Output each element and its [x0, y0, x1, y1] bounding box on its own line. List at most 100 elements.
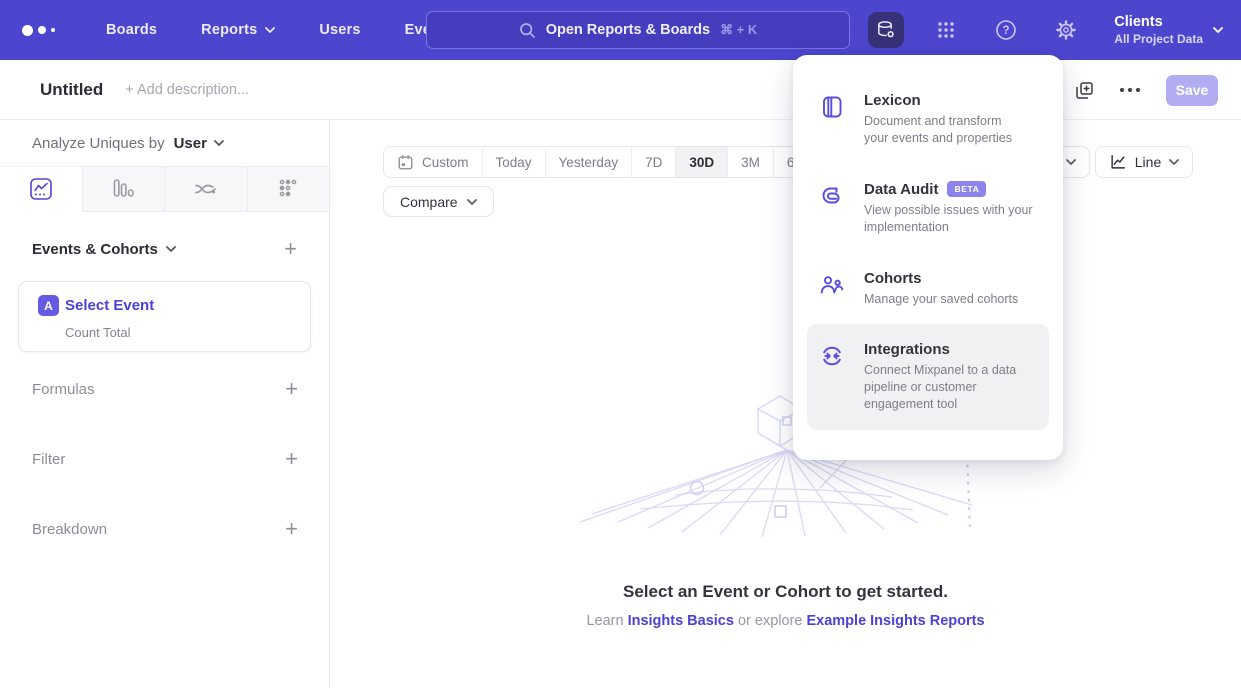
analyze-prefix-label: Analyze Uniques by	[32, 135, 165, 152]
select-event-button[interactable]: Select Event	[65, 297, 154, 314]
more-options-button[interactable]	[1120, 88, 1140, 92]
add-formula-button[interactable]: +	[285, 378, 298, 400]
range-label: 7D	[645, 155, 662, 170]
data-audit-icon	[819, 181, 846, 236]
data-management-button[interactable]	[868, 12, 904, 48]
menu-item-cohorts[interactable]: Cohorts Manage your saved cohorts	[793, 253, 1063, 325]
nav-item-users[interactable]: Users	[319, 22, 360, 38]
search-shortcut: ⌘ + K	[720, 22, 757, 38]
compare-dropdown[interactable]: Compare	[383, 186, 494, 217]
events-cohorts-title[interactable]: Events & Cohorts	[32, 241, 176, 258]
lexicon-book-icon	[819, 92, 846, 147]
range-3m-button[interactable]: 3M	[727, 146, 773, 178]
help-button[interactable]: ?	[988, 12, 1024, 48]
menu-item-description: Document and transform your events and p…	[864, 113, 1024, 147]
menu-item-title: Data Audit	[864, 181, 938, 198]
chevron-down-icon	[1213, 27, 1223, 33]
search-placeholder: Open Reports & Boards	[546, 22, 710, 38]
date-range-control: Custom Today Yesterday 7D 30D 3M 6M	[383, 146, 820, 178]
svg-text:?: ?	[1003, 25, 1010, 37]
tab-flow-chart[interactable]	[165, 167, 248, 211]
middle-text: or explore	[738, 613, 802, 629]
event-card[interactable]: A Select Event Count Total	[18, 281, 311, 352]
menu-item-description: Connect Mixpanel to a data pipeline or c…	[864, 362, 1037, 413]
chevron-down-icon	[265, 27, 275, 33]
flow-tab-icon	[193, 177, 218, 202]
menu-item-integrations[interactable]: Integrations Connect Mixpanel to a data …	[807, 324, 1049, 430]
breakdown-section: Breakdown +	[0, 515, 330, 543]
menu-item-text: Integrations Connect Mixpanel to a data …	[864, 341, 1037, 413]
formulas-section: Formulas +	[0, 375, 330, 403]
range-today-button[interactable]: Today	[482, 146, 545, 178]
range-label: 30D	[689, 155, 714, 170]
insights-basics-link[interactable]: Insights Basics	[628, 613, 734, 629]
learn-prefix: Learn	[586, 613, 623, 629]
dots-grid-tab-icon	[276, 177, 300, 201]
breakdown-label: Breakdown	[32, 521, 107, 538]
chart-type-tabs	[0, 166, 329, 212]
global-search-input[interactable]: Open Reports & Boards ⌘ + K	[426, 11, 850, 49]
project-scope: All Project Data	[1114, 32, 1203, 47]
analyze-value-dropdown[interactable]: User	[174, 135, 224, 152]
duplicate-icon[interactable]	[1075, 81, 1094, 100]
filter-label: Filter	[32, 451, 65, 468]
query-sidebar: Analyze Uniques by User	[0, 120, 330, 688]
data-management-menu: Lexicon Document and transform your even…	[793, 55, 1063, 460]
menu-item-data-audit[interactable]: Data Audit BETA View possible issues wit…	[793, 164, 1063, 253]
compare-label: Compare	[400, 194, 458, 210]
add-breakdown-button[interactable]: +	[285, 518, 298, 540]
cohorts-users-icon	[819, 270, 846, 308]
save-button[interactable]: Save	[1166, 75, 1218, 106]
tab-bar-chart[interactable]	[83, 167, 166, 211]
nav-item-reports[interactable]: Reports	[201, 22, 275, 38]
range-label: Yesterday	[559, 155, 619, 170]
bar-chart-tab-icon	[111, 177, 135, 201]
report-title[interactable]: Untitled	[40, 80, 103, 100]
primary-nav: Boards Reports Users Events	[106, 22, 453, 38]
add-description-field[interactable]: + Add description...	[125, 82, 249, 98]
project-selector[interactable]: Clients All Project Data	[1114, 13, 1223, 46]
menu-item-title: Lexicon	[864, 92, 921, 109]
project-name: Clients	[1114, 13, 1203, 31]
main-content: Custom Today Yesterday 7D 30D 3M 6M Comp…	[330, 120, 1241, 688]
menu-item-title: Integrations	[864, 341, 950, 358]
tab-metric-chart[interactable]	[248, 167, 330, 211]
example-reports-link[interactable]: Example Insights Reports	[806, 613, 984, 629]
range-yesterday-button[interactable]: Yesterday	[545, 146, 632, 178]
empty-state-title: Select an Event or Cohort to get started…	[330, 582, 1241, 602]
tab-line-chart[interactable]	[0, 167, 83, 212]
events-cohorts-label: Events & Cohorts	[32, 241, 158, 258]
apps-grid-button[interactable]	[928, 12, 964, 48]
nav-item-boards[interactable]: Boards	[106, 22, 157, 38]
range-custom-button[interactable]: Custom	[384, 146, 482, 178]
chevron-down-icon	[166, 246, 176, 252]
integrations-sync-icon	[819, 341, 846, 413]
filter-section: Filter +	[0, 445, 330, 473]
database-gear-icon	[875, 19, 897, 41]
settings-button[interactable]	[1048, 12, 1084, 48]
nav-label: Boards	[106, 22, 157, 38]
mixpanel-logo[interactable]	[22, 25, 70, 36]
formulas-label: Formulas	[32, 381, 95, 398]
range-30d-button[interactable]: 30D	[675, 146, 727, 178]
menu-item-text: Cohorts Manage your saved cohorts	[864, 270, 1018, 308]
events-cohorts-header: Events & Cohorts +	[0, 238, 329, 260]
top-navbar: Boards Reports Users Events Open Reports…	[0, 0, 1241, 60]
range-label: Today	[496, 155, 532, 170]
menu-item-description: View possible issues with your implement…	[864, 202, 1047, 236]
line-chart-icon	[1109, 153, 1127, 171]
chart-type-dropdown[interactable]: Line	[1095, 146, 1193, 178]
range-7d-button[interactable]: 7D	[631, 146, 675, 178]
analyze-value: User	[174, 135, 207, 152]
analyze-uniques-row: Analyze Uniques by User	[0, 120, 329, 166]
range-label: Custom	[422, 155, 469, 170]
chevron-down-icon	[1066, 159, 1076, 165]
chevron-down-icon	[467, 199, 477, 205]
add-event-button[interactable]: +	[284, 238, 297, 260]
count-total-dropdown[interactable]: Count Total	[65, 325, 131, 340]
menu-item-lexicon[interactable]: Lexicon Document and transform your even…	[793, 75, 1063, 164]
add-filter-button[interactable]: +	[285, 448, 298, 470]
search-icon	[519, 22, 536, 39]
calendar-icon	[397, 154, 414, 171]
chart-type-label: Line	[1135, 154, 1161, 170]
